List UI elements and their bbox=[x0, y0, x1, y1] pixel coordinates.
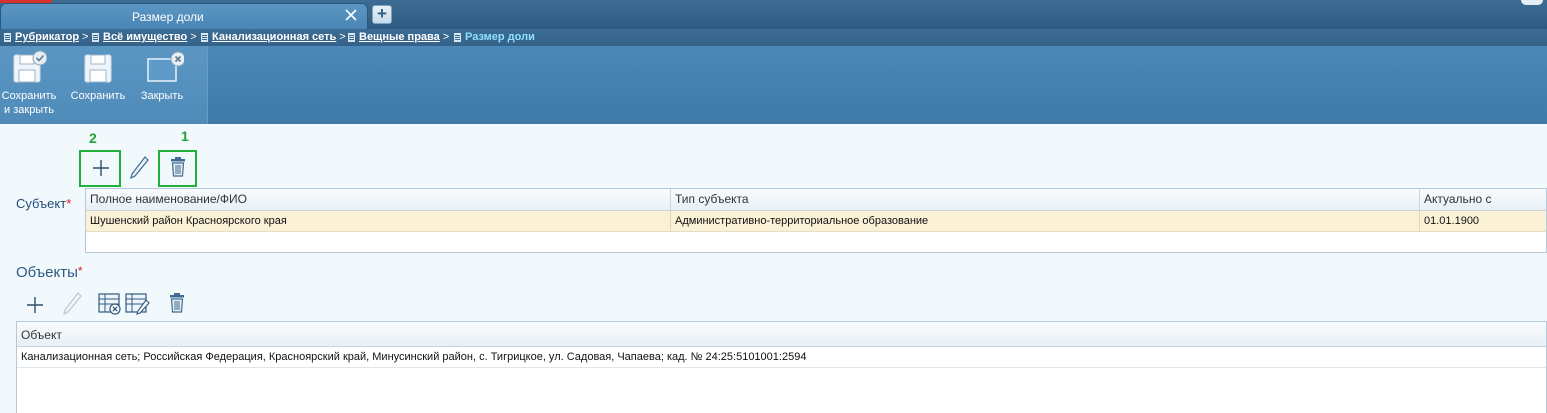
document-icon bbox=[201, 32, 208, 42]
breadcrumb-separator: > bbox=[82, 31, 89, 43]
cell-object: Канализационная сеть; Российская Федерац… bbox=[21, 351, 807, 363]
breadcrumb-item-current: Размер доли bbox=[454, 31, 535, 43]
save-button[interactable]: Сохранить bbox=[68, 50, 128, 103]
save-label: Сохранить bbox=[70, 90, 126, 102]
save-and-close-button[interactable]: Сохранить и закрыть bbox=[0, 50, 58, 117]
subject-grid[interactable]: Полное наименование/ФИО Тип субъекта Акт… bbox=[85, 188, 1547, 253]
form-content: 2 1 Субъект* Полное наименование/ФИО Тип… bbox=[0, 124, 1547, 413]
edit-icon[interactable] bbox=[128, 155, 150, 181]
document-icon bbox=[92, 32, 99, 42]
ribbon-toolbar: Сохранить и закрыть Сохранить Закрыть bbox=[0, 46, 1547, 124]
cell-full-name: Шушенский район Красноярского края bbox=[86, 211, 671, 231]
breadcrumb-separator: > bbox=[442, 31, 450, 43]
cell-subject-type: Административно-территориальное образова… bbox=[671, 211, 1420, 231]
close-button[interactable]: Закрыть bbox=[136, 50, 188, 103]
column-header-full-name[interactable]: Полное наименование/ФИО bbox=[86, 189, 671, 210]
breadcrumb-current: Размер доли bbox=[465, 31, 535, 43]
edit-icon bbox=[63, 292, 82, 316]
window-control[interactable] bbox=[1521, 0, 1543, 5]
breadcrumb-separator: > bbox=[339, 31, 346, 43]
save-and-close-label-line1: Сохранить bbox=[1, 90, 57, 102]
breadcrumb-separator: > bbox=[190, 31, 197, 43]
document-icon bbox=[348, 32, 355, 42]
table-row[interactable]: Шушенский район Красноярского края Админ… bbox=[86, 211, 1546, 232]
table-row[interactable]: Канализационная сеть; Российская Федерац… bbox=[17, 347, 1546, 368]
breadcrumb-item-sewer[interactable]: Канализационная сеть > bbox=[201, 31, 346, 43]
document-icon bbox=[4, 32, 11, 42]
cell-actual-from: 01.01.1900 bbox=[1424, 215, 1480, 227]
annotation-badge-2: 2 bbox=[89, 130, 97, 146]
subject-grid-header: Полное наименование/ФИО Тип субъекта Акт… bbox=[86, 189, 1546, 211]
grid-delete-icon[interactable] bbox=[98, 293, 122, 315]
close-window-icon bbox=[147, 51, 184, 82]
tab-title: Размер доли bbox=[132, 10, 204, 24]
breadcrumb-link[interactable]: Канализационная сеть bbox=[212, 31, 336, 43]
breadcrumb-item-rubricator[interactable]: Рубрикатор > bbox=[4, 31, 88, 43]
objects-grid[interactable]: Объект Канализационная сеть; Российская … bbox=[16, 321, 1547, 413]
save-and-close-icon bbox=[13, 50, 47, 83]
column-header-object[interactable]: Объект bbox=[17, 322, 1546, 346]
breadcrumb-item-all-property[interactable]: Всё имущество > bbox=[92, 31, 197, 43]
grid-edit-icon[interactable] bbox=[125, 293, 151, 315]
close-label: Закрыть bbox=[140, 90, 184, 102]
save-icon bbox=[84, 54, 112, 83]
subject-label: Субъект* bbox=[16, 196, 71, 211]
breadcrumb-link[interactable]: Рубрикатор bbox=[15, 31, 79, 43]
tab-share-size[interactable]: Размер доли bbox=[0, 3, 368, 29]
annotation-badge-1: 1 bbox=[181, 128, 189, 144]
subject-label-text: Субъект bbox=[16, 196, 67, 211]
close-icon[interactable] bbox=[343, 7, 359, 23]
breadcrumb-link[interactable]: Вещные права bbox=[359, 31, 440, 43]
breadcrumb-link[interactable]: Всё имущество bbox=[103, 31, 187, 43]
document-icon bbox=[454, 32, 461, 42]
delete-icon[interactable] bbox=[167, 292, 187, 314]
save-and-close-label-line2: и закрыть bbox=[4, 104, 54, 116]
required-mark: * bbox=[66, 196, 72, 211]
objects-title-text: Объекты bbox=[16, 264, 78, 281]
new-tab-button[interactable]: + bbox=[372, 5, 392, 24]
plus-icon: + bbox=[377, 4, 387, 23]
column-header-actual-from[interactable]: Актуально с bbox=[1420, 189, 1546, 210]
objects-grid-header: Объект bbox=[17, 322, 1546, 347]
required-mark: * bbox=[77, 264, 83, 278]
column-header-subject-type[interactable]: Тип субъекта bbox=[671, 189, 1420, 210]
objects-section-title: Объекты* bbox=[16, 264, 83, 281]
tab-bar: Размер доли + bbox=[0, 0, 1547, 29]
add-icon[interactable] bbox=[24, 294, 46, 316]
breadcrumb-item-rights[interactable]: Вещные права > bbox=[348, 31, 449, 43]
breadcrumb: Рубрикатор > Всё имущество > Канализацио… bbox=[0, 29, 1547, 46]
add-icon[interactable] bbox=[90, 157, 112, 179]
delete-icon[interactable] bbox=[168, 156, 188, 178]
